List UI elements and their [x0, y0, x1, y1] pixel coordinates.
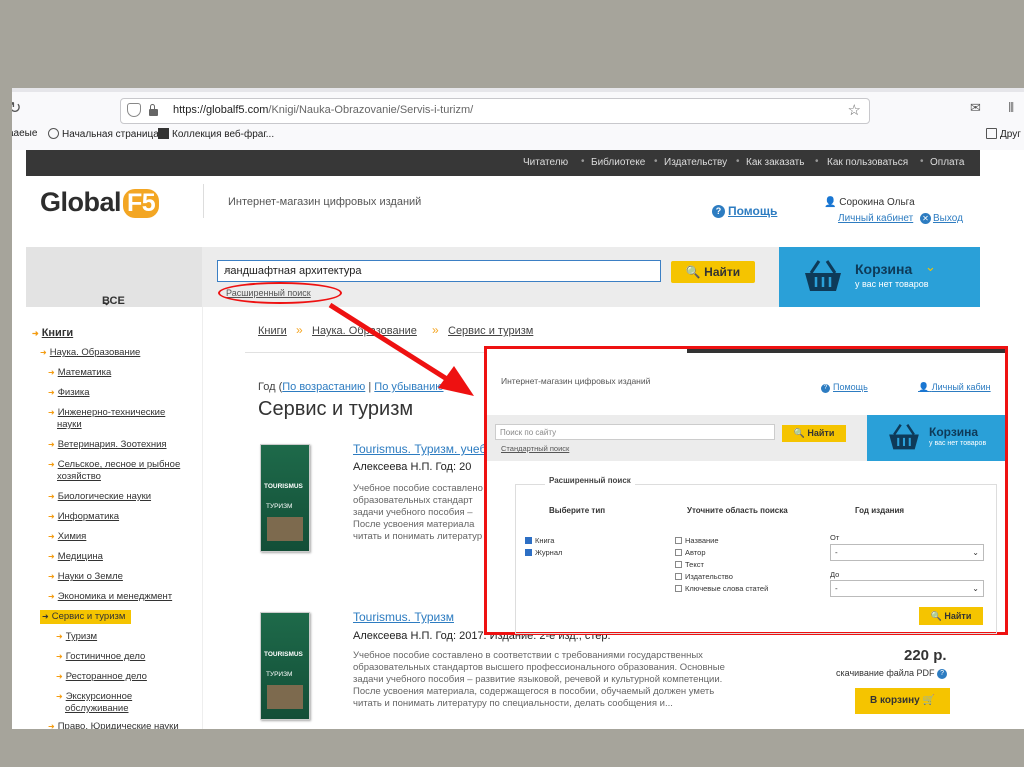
chevron-down-icon: ⌄: [972, 548, 979, 557]
search-icon: 🔍: [793, 428, 805, 438]
checkbox-book[interactable]: Книга: [525, 536, 554, 545]
type-header: Выберите тип: [549, 506, 606, 515]
callout-standard-search-link[interactable]: Стандартный поиск: [501, 444, 569, 453]
checkbox-journal[interactable]: Журнал: [525, 548, 562, 557]
search-icon: 🔍: [930, 611, 942, 621]
year-from-select[interactable]: - ⌄: [830, 544, 984, 561]
callout-tagline: Интернет-магазин цифровых изданий: [501, 376, 651, 386]
callout-search-button[interactable]: 🔍 Найти: [782, 425, 846, 442]
callout-cart-subtitle: у вас нет товаров: [929, 440, 987, 447]
checkbox-keywords[interactable]: Ключевые слова статей: [675, 584, 768, 593]
checkbox-publisher[interactable]: Издательство: [675, 572, 733, 581]
callout-cart-title: Корзина: [929, 425, 979, 439]
advanced-find-button[interactable]: 🔍 Найти: [919, 607, 983, 625]
checkbox-text[interactable]: Текст: [675, 560, 704, 569]
callout-cart-button[interactable]: Корзина у вас нет товаров: [867, 415, 1005, 461]
callout-search-input[interactable]: Поиск по сайту: [495, 424, 775, 440]
panel-legend: Расширенный поиск: [545, 476, 635, 485]
to-label: До: [830, 570, 840, 579]
checkbox-author[interactable]: Автор: [675, 548, 706, 557]
year-to-select[interactable]: - ⌄: [830, 580, 984, 597]
question-icon: ?: [821, 384, 830, 393]
checkbox-title[interactable]: Название: [675, 536, 719, 545]
advanced-search-callout: Интернет-магазин цифровых изданий ? Помощ…: [484, 346, 1008, 635]
user-icon: 👤: [918, 382, 930, 392]
callout-help-link[interactable]: ? Помощь: [821, 382, 868, 393]
chevron-down-icon: ⌄: [972, 584, 979, 593]
slide: ↻ https://globalf5.com/Knigi/Nauka-Obraz…: [12, 88, 1024, 729]
area-header: Уточните область поиска: [687, 506, 788, 515]
basket-icon: [889, 423, 919, 450]
callout-nav-strip: [687, 349, 1005, 353]
callout-cabinet-link[interactable]: 👤 Личный кабин: [918, 382, 991, 393]
year-header: Год издания: [855, 506, 905, 515]
from-label: От: [830, 533, 840, 542]
